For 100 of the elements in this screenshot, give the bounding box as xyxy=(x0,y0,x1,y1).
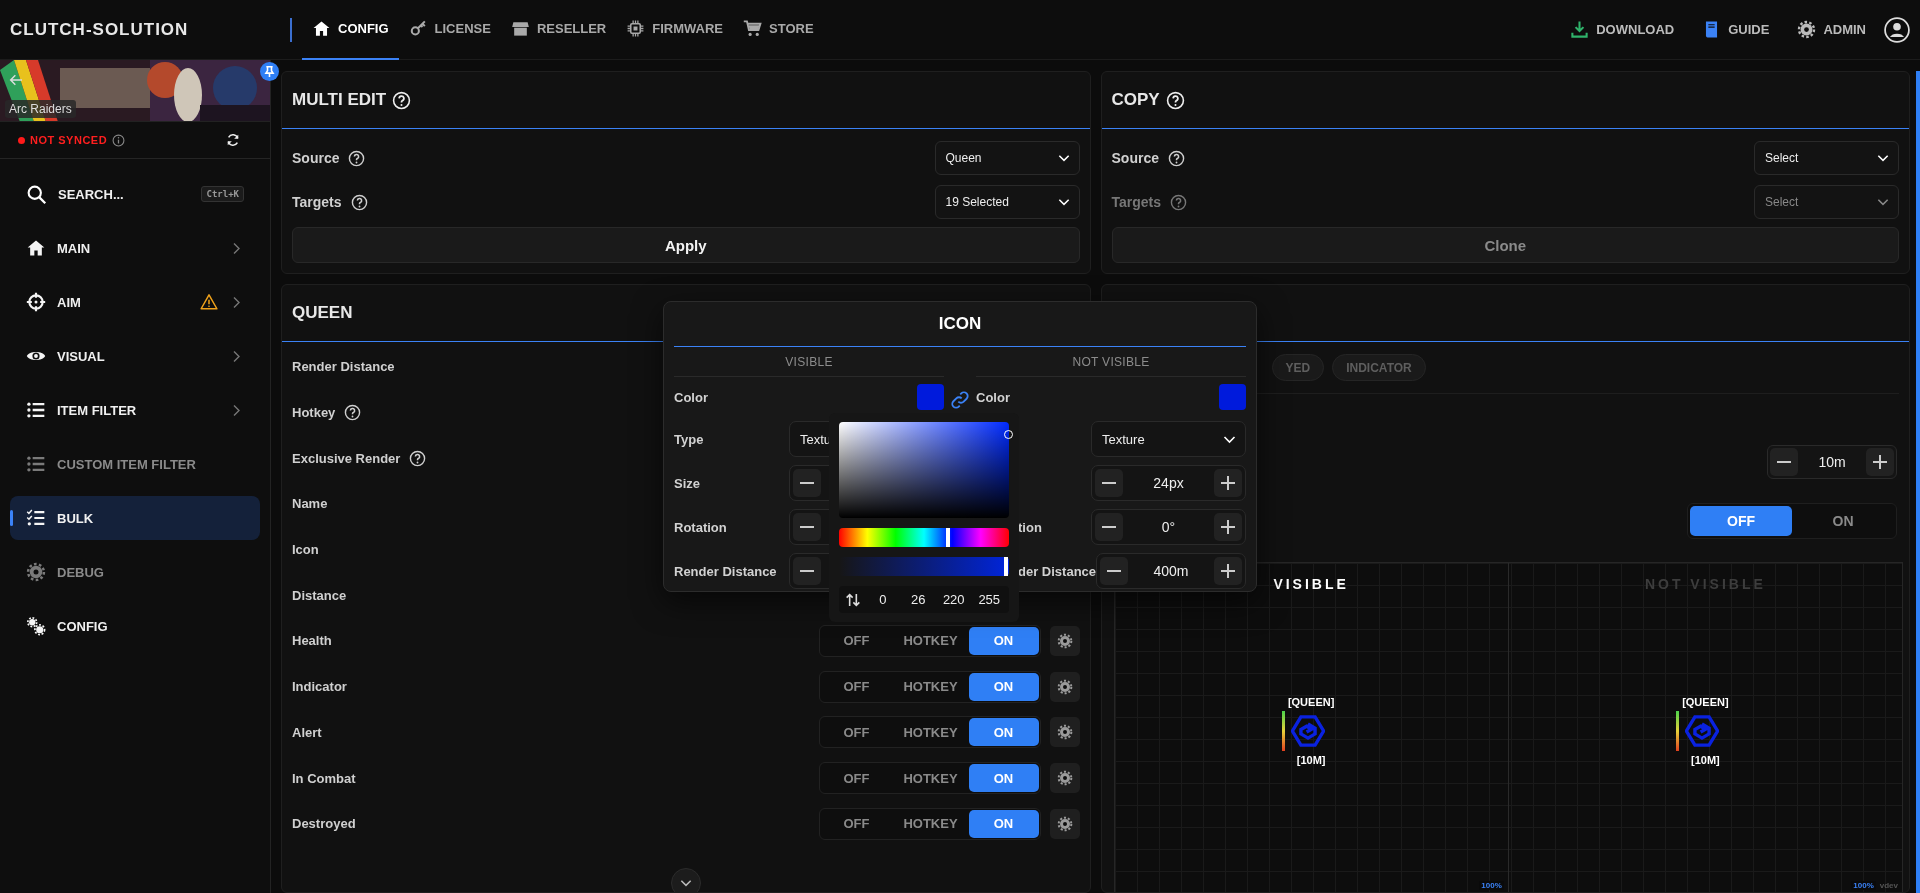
header-link[interactable]: GUIDE xyxy=(1692,11,1780,48)
app-logo-text: CLUTCH-SOLUTION xyxy=(10,19,190,40)
avatar-icon[interactable] xyxy=(1884,16,1910,43)
switch-option[interactable]: ON xyxy=(1792,505,1894,536)
settings-icon xyxy=(1056,815,1073,832)
decrease-button[interactable] xyxy=(793,513,821,541)
setting-label: Color xyxy=(674,389,708,405)
home-icon xyxy=(26,238,46,258)
zoom-level: 100% xyxy=(1479,881,1504,890)
decrease-button[interactable] xyxy=(1100,557,1129,585)
toggle-option[interactable]: HOTKEY xyxy=(892,764,969,793)
nav-tab[interactable]: LICENSE xyxy=(398,0,501,60)
sidebar-item[interactable]: VISUAL xyxy=(10,334,260,378)
increase-button[interactable] xyxy=(1866,447,1894,476)
sidebar-item[interactable]: MAIN xyxy=(10,226,260,270)
settings-button[interactable] xyxy=(1049,625,1080,656)
link-icon[interactable] xyxy=(950,390,970,410)
sidebar-item[interactable]: AIM xyxy=(10,280,260,324)
settings-button[interactable] xyxy=(1049,671,1080,702)
settings-button[interactable] xyxy=(1049,717,1080,748)
home-icon xyxy=(312,19,331,38)
store-icon xyxy=(510,19,530,38)
toggle-option[interactable]: OFF xyxy=(820,626,893,655)
dropdown[interactable]: Select xyxy=(1754,141,1899,175)
settings-button[interactable] xyxy=(1049,808,1080,839)
settings-button[interactable] xyxy=(1049,763,1080,794)
channel-value[interactable]: 255 xyxy=(975,592,1003,608)
back-icon[interactable] xyxy=(8,72,24,88)
increase-button[interactable] xyxy=(1214,469,1242,497)
info-icon[interactable] xyxy=(112,133,126,147)
decrease-button[interactable] xyxy=(793,469,821,497)
pin-icon[interactable] xyxy=(260,62,279,81)
header-link[interactable]: DOWNLOAD xyxy=(1560,11,1685,48)
field-label: Source xyxy=(1111,150,1159,166)
search-icon xyxy=(26,183,47,205)
increase-button[interactable] xyxy=(1214,557,1242,585)
stepper-value: 10m xyxy=(1818,453,1846,470)
search-button[interactable]: SEARCH... Ctrl+K xyxy=(10,172,260,216)
toggle-option[interactable]: ON xyxy=(968,626,1039,655)
toggle-option[interactable]: HOTKEY xyxy=(892,626,969,655)
sidebar-item[interactable]: ITEM FILTER xyxy=(10,388,260,432)
channel-value[interactable]: 0 xyxy=(869,592,897,608)
header-link[interactable]: ADMIN xyxy=(1787,11,1876,48)
swap-icon[interactable] xyxy=(845,591,861,608)
setting-label: Exclusive Render xyxy=(292,450,401,466)
setting-label: Render Distance xyxy=(674,563,777,579)
setting-label: Icon xyxy=(292,542,319,558)
decrease-button[interactable] xyxy=(1770,447,1798,476)
toggle-option[interactable]: HOTKEY xyxy=(892,672,969,701)
setting-label: Distance xyxy=(292,587,347,603)
toggle-option[interactable]: ON xyxy=(968,764,1039,793)
toggle-option[interactable]: OFF xyxy=(820,809,893,838)
toggle-option[interactable]: ON xyxy=(968,672,1039,701)
scroll-down-button[interactable] xyxy=(670,868,701,892)
toggle-option[interactable]: ON xyxy=(968,809,1039,838)
sync-status: NOT SYNCED xyxy=(30,134,108,146)
scrollbar[interactable] xyxy=(1916,71,1920,893)
sidebar-item[interactable]: BULK xyxy=(10,496,260,540)
nav-tab[interactable]: RESELLER xyxy=(500,0,617,60)
decrease-button[interactable] xyxy=(1095,469,1123,497)
nav-tab[interactable]: FIRMWARE xyxy=(616,0,734,60)
action-button[interactable]: Apply xyxy=(292,227,1080,263)
stepper-value: 24px xyxy=(1153,475,1184,491)
decrease-button[interactable] xyxy=(1095,513,1123,541)
nav-tab[interactable]: CONFIG xyxy=(302,0,399,60)
setting-label: Name xyxy=(292,496,328,512)
toggle-option[interactable]: OFF xyxy=(820,718,893,747)
setting-label: der Distance xyxy=(1018,563,1097,579)
decrease-button[interactable] xyxy=(793,557,821,585)
toggle-option[interactable]: ON xyxy=(968,718,1039,747)
alpha-slider[interactable] xyxy=(839,557,1009,577)
settings-icon xyxy=(1797,20,1817,39)
panel-title: COPY xyxy=(1111,90,1160,110)
pane-title: VISIBLE xyxy=(1273,576,1349,592)
color-swatch[interactable] xyxy=(917,384,944,410)
toggle-option[interactable]: OFF xyxy=(820,764,893,793)
channel-value[interactable]: 220 xyxy=(940,592,968,608)
color-swatch[interactable] xyxy=(1219,384,1246,410)
nav-tab[interactable]: STORE xyxy=(733,0,824,60)
gears-icon xyxy=(26,616,46,636)
toggle-option[interactable]: HOTKEY xyxy=(892,718,969,747)
dropdown[interactable]: Texture xyxy=(1091,421,1246,457)
sidebar-item[interactable]: CONFIG xyxy=(10,604,260,648)
refresh-icon[interactable] xyxy=(226,133,240,147)
game-name: Arc Raiders xyxy=(5,100,76,118)
toggle-option[interactable]: OFF xyxy=(820,672,893,701)
toggle-option[interactable]: HOTKEY xyxy=(892,809,969,838)
dropdown[interactable]: Queen xyxy=(934,141,1080,175)
crosshair-icon xyxy=(26,292,46,312)
health-bar xyxy=(1282,711,1286,751)
setting-label: Render Distance xyxy=(292,359,395,375)
channel-value[interactable]: 26 xyxy=(904,592,932,608)
stepper-value: 0° xyxy=(1161,519,1176,535)
plus-icon xyxy=(1873,454,1887,469)
setting-label: Rotation xyxy=(674,519,727,535)
settings-icon xyxy=(1056,632,1073,649)
dropdown[interactable]: 19 Selected xyxy=(934,185,1080,219)
increase-button[interactable] xyxy=(1214,513,1242,541)
switch-option[interactable]: OFF xyxy=(1690,505,1792,536)
hue-slider[interactable] xyxy=(839,527,1009,547)
